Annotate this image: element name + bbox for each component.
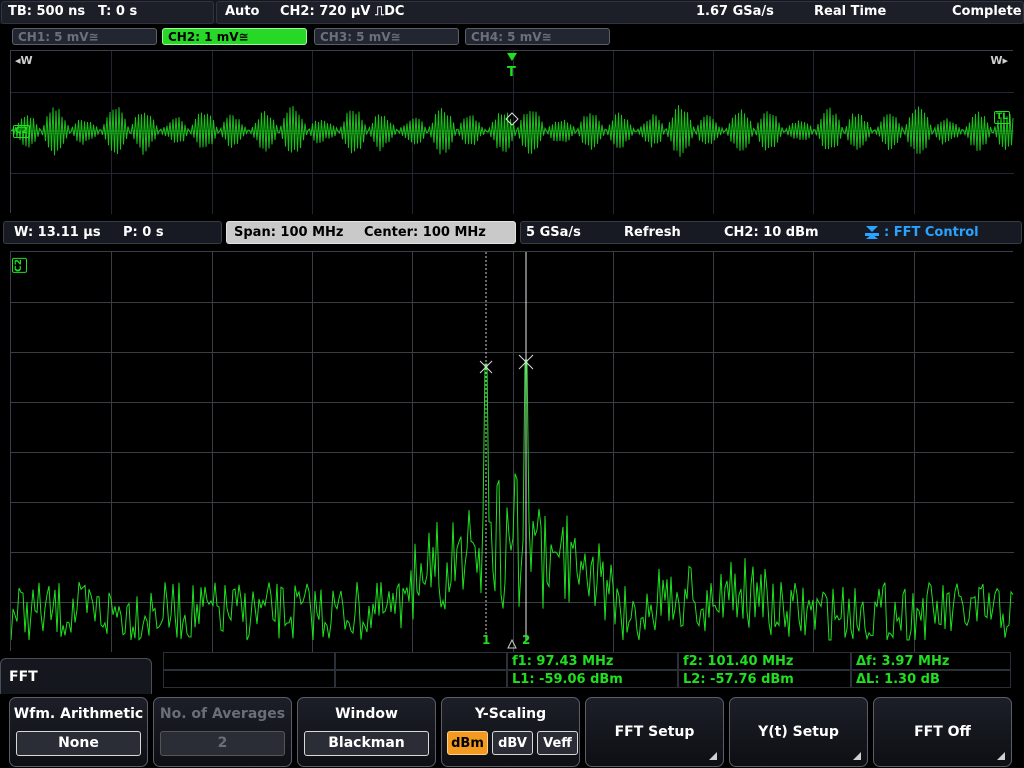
- meas-delta-f: Δf: 3.97 MHz: [851, 652, 1011, 670]
- fft-spectrum: [11, 252, 1014, 652]
- trigger-level-marker[interactable]: TL: [994, 111, 1010, 124]
- window-title: Window: [335, 706, 398, 722]
- channel-offset-marker[interactable]: C2: [13, 125, 30, 138]
- yscaling-softkey[interactable]: Y-Scaling dBm dBV Veff: [441, 697, 580, 767]
- status-bar: TB: 500 ns T: 0 s Auto CH2: 720 µV ⎍DC 1…: [0, 0, 1024, 24]
- ch3-label: CH3: 5 mV≅: [320, 30, 401, 44]
- acq-state-label: Complete: [952, 4, 1022, 19]
- fft-mode-label: Refresh: [624, 225, 681, 240]
- ref-level-label: CH2: 10 dBm: [724, 225, 819, 240]
- ch1-label: CH1: 5 mV≅: [18, 30, 99, 44]
- fft-off-label: FFT Off: [914, 724, 971, 740]
- channel-tab-ch3[interactable]: CH3: 5 mV≅: [314, 28, 459, 45]
- trigger-time-label: T: 0 s: [98, 4, 138, 19]
- time-domain-display[interactable]: ◂W W▸ T C2 TL: [10, 50, 1014, 214]
- channel-tab-ch4[interactable]: CH4: 5 mV≅: [465, 28, 610, 45]
- yscaling-dbm-button[interactable]: dBm: [447, 731, 488, 755]
- submenu-corner-icon: [853, 752, 861, 760]
- center-label: Center: 100 MHz: [364, 225, 486, 240]
- meas-l2: L2: -57.76 dBm: [678, 670, 851, 688]
- sample-rate-label: 1.67 GSa/s: [696, 4, 774, 19]
- averages-title: No. of Averages: [159, 706, 286, 722]
- meas-empty-1: [163, 652, 335, 670]
- wfm-arithmetic-title: Wfm. Arithmetic: [13, 706, 144, 722]
- meas-delta-l: ΔL: 1.30 dB: [851, 670, 1011, 688]
- ch2-label: CH2: 1 mV≅: [168, 30, 249, 44]
- ch4-label: CH4: 5 mV≅: [471, 30, 552, 44]
- fft-channel-marker[interactable]: C2: [12, 258, 27, 273]
- timebase-label: TB: 500 ns: [8, 4, 86, 19]
- channel-tab-ch2[interactable]: CH2: 1 mV≅: [162, 28, 307, 45]
- meas-empty-2: [335, 652, 507, 670]
- meas-f1: f1: 97.43 MHz: [507, 652, 678, 670]
- window-left-marker: ◂W: [15, 54, 33, 67]
- trigger-mode-label: Auto: [225, 4, 260, 19]
- channel-tab-ch1[interactable]: CH1: 5 mV≅: [12, 28, 157, 45]
- trigger-source-label: CH2: 720 µV ⎍DC: [280, 4, 405, 19]
- fft-rate-label: 5 GSa/s: [526, 225, 581, 240]
- fft-info-bar: W: 13.11 µs P: 0 s Span: 100 MHz Center:…: [0, 218, 1024, 246]
- submenu-corner-icon: [997, 752, 1005, 760]
- submenu-corner-icon: [709, 752, 717, 760]
- window-value[interactable]: Blackman: [304, 731, 429, 756]
- yscaling-veff-button[interactable]: Veff: [537, 731, 578, 755]
- wfm-arithmetic-softkey[interactable]: Wfm. Arithmetic None: [9, 697, 148, 767]
- acq-mode-label: Real Time: [814, 4, 887, 19]
- yt-setup-label: Y(t) Setup: [758, 724, 839, 740]
- averages-value: 2: [160, 731, 285, 756]
- window-softkey[interactable]: Window Blackman: [297, 697, 436, 767]
- wfm-arithmetic-value[interactable]: None: [16, 731, 141, 756]
- yscaling-title: Y-Scaling: [474, 706, 547, 722]
- meas-l1: L1: -59.06 dBm: [507, 670, 678, 688]
- window-right-marker: W▸: [990, 54, 1008, 67]
- position-label: P: 0 s: [123, 225, 164, 240]
- trigger-marker[interactable]: T: [507, 65, 516, 80]
- yscaling-dbv-button[interactable]: dBV: [492, 731, 533, 755]
- averages-softkey: No. of Averages 2: [153, 697, 292, 767]
- channel-tabs: CH1: 5 mV≅ CH2: 1 mV≅ CH3: 5 mV≅ CH4: 5 …: [0, 24, 1024, 50]
- fft-control-icon: [865, 226, 879, 239]
- cursor-1-label[interactable]: 1: [482, 633, 490, 647]
- fft-off-softkey[interactable]: FFT Off: [873, 697, 1012, 767]
- span-label: Span: 100 MHz: [234, 225, 344, 240]
- meas-empty-3: [163, 670, 335, 688]
- fft-control-label[interactable]: : FFT Control: [884, 225, 979, 240]
- window-width-label: W: 13.11 µs: [14, 225, 101, 240]
- fft-setup-label: FFT Setup: [614, 724, 695, 740]
- fft-setup-softkey[interactable]: FFT Setup: [585, 697, 724, 767]
- meas-empty-4: [335, 670, 507, 688]
- menu-title: FFT: [0, 658, 152, 694]
- cursor-2-label[interactable]: 2: [522, 633, 530, 647]
- fft-spectrum-display[interactable]: C2 1 2: [10, 251, 1014, 652]
- yt-setup-softkey[interactable]: Y(t) Setup: [729, 697, 868, 767]
- cursor-measurements: f1: 97.43 MHz L1: -59.06 dBm f2: 101.40 …: [163, 652, 1011, 690]
- meas-f2: f2: 101.40 MHz: [678, 652, 851, 670]
